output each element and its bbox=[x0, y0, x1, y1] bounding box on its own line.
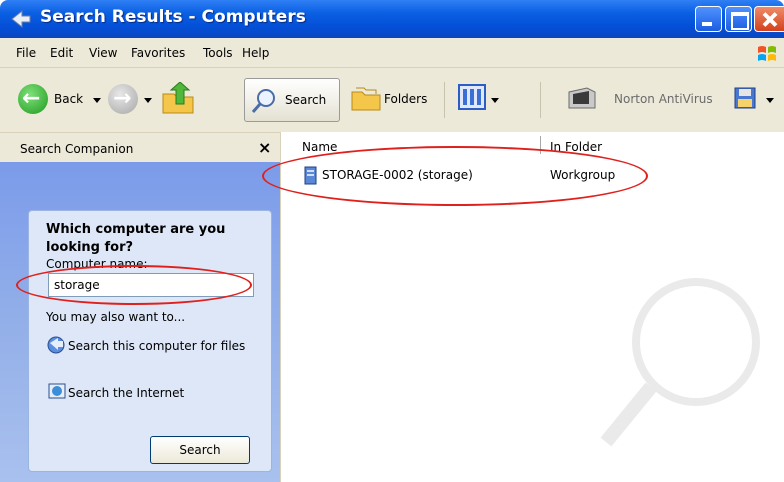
result-folder: Workgroup bbox=[550, 168, 616, 182]
maximize-button[interactable] bbox=[725, 6, 752, 32]
norton-dropdown-icon[interactable] bbox=[766, 98, 774, 103]
also-want-label: You may also want to... bbox=[46, 310, 186, 324]
minimize-button[interactable] bbox=[695, 6, 722, 32]
menu-view[interactable]: View bbox=[89, 46, 117, 60]
views-dropdown-icon[interactable] bbox=[491, 98, 499, 103]
toolbar-separator bbox=[540, 82, 541, 118]
column-header-name[interactable]: Name bbox=[302, 140, 337, 154]
norton-antivirus-icon[interactable] bbox=[565, 82, 599, 112]
toolbar: Back Search Folders Norton AntiVirus bbox=[0, 68, 784, 132]
views-icon[interactable] bbox=[458, 84, 486, 110]
search-question: Which computer are you looking for? bbox=[46, 222, 226, 255]
menu-bar: File Edit View Favorites Tools Help bbox=[0, 38, 784, 68]
search-icon bbox=[251, 89, 275, 113]
column-header-in-folder[interactable]: In Folder bbox=[550, 140, 602, 154]
search-companion-title: Search Companion bbox=[20, 142, 134, 156]
result-name[interactable]: STORAGE-0002 (storage) bbox=[322, 168, 473, 182]
menu-help[interactable]: Help bbox=[242, 46, 269, 60]
computer-icon[interactable] bbox=[302, 166, 320, 186]
back-dropdown-icon[interactable] bbox=[93, 98, 101, 103]
back-arrow-icon[interactable] bbox=[18, 84, 48, 114]
column-separator[interactable] bbox=[540, 136, 541, 154]
menu-edit[interactable]: Edit bbox=[50, 46, 73, 60]
norton-antivirus-label[interactable]: Norton AntiVirus bbox=[614, 92, 713, 106]
search-submit-button[interactable]: Search bbox=[150, 436, 250, 464]
back-button-label[interactable]: Back bbox=[54, 92, 83, 106]
forward-arrow-icon[interactable] bbox=[108, 84, 138, 114]
folders-icon[interactable] bbox=[350, 84, 382, 112]
toolbar-separator bbox=[444, 82, 445, 118]
up-folder-icon[interactable] bbox=[160, 82, 196, 116]
computer-name-input[interactable]: storage bbox=[48, 273, 254, 297]
floppy-icon[interactable] bbox=[733, 86, 757, 110]
menu-file[interactable]: File bbox=[16, 46, 36, 60]
search-computer-icon[interactable] bbox=[46, 335, 66, 355]
search-button-label: Search bbox=[285, 93, 327, 107]
computer-name-label: Computer name: bbox=[46, 257, 148, 271]
magnifier-watermark-icon bbox=[600, 278, 760, 447]
folders-button-label[interactable]: Folders bbox=[384, 92, 427, 106]
search-companion-header: Search Companion × bbox=[0, 132, 280, 162]
menu-tools[interactable]: Tools bbox=[203, 46, 233, 60]
title-bar: Search Results - Computers bbox=[0, 0, 784, 38]
forward-dropdown-icon[interactable] bbox=[144, 98, 152, 103]
close-icon[interactable]: × bbox=[258, 138, 271, 157]
close-button[interactable] bbox=[754, 6, 784, 32]
menu-favorites[interactable]: Favorites bbox=[131, 46, 185, 60]
windows-logo-icon bbox=[758, 46, 776, 61]
search-window-icon bbox=[11, 9, 31, 29]
search-button[interactable]: Search bbox=[244, 78, 340, 122]
internet-icon[interactable] bbox=[48, 382, 66, 400]
search-computer-link[interactable]: Search this computer for files bbox=[68, 340, 248, 353]
search-internet-link[interactable]: Search the Internet bbox=[68, 386, 184, 400]
window-title: Search Results - Computers bbox=[40, 7, 306, 27]
